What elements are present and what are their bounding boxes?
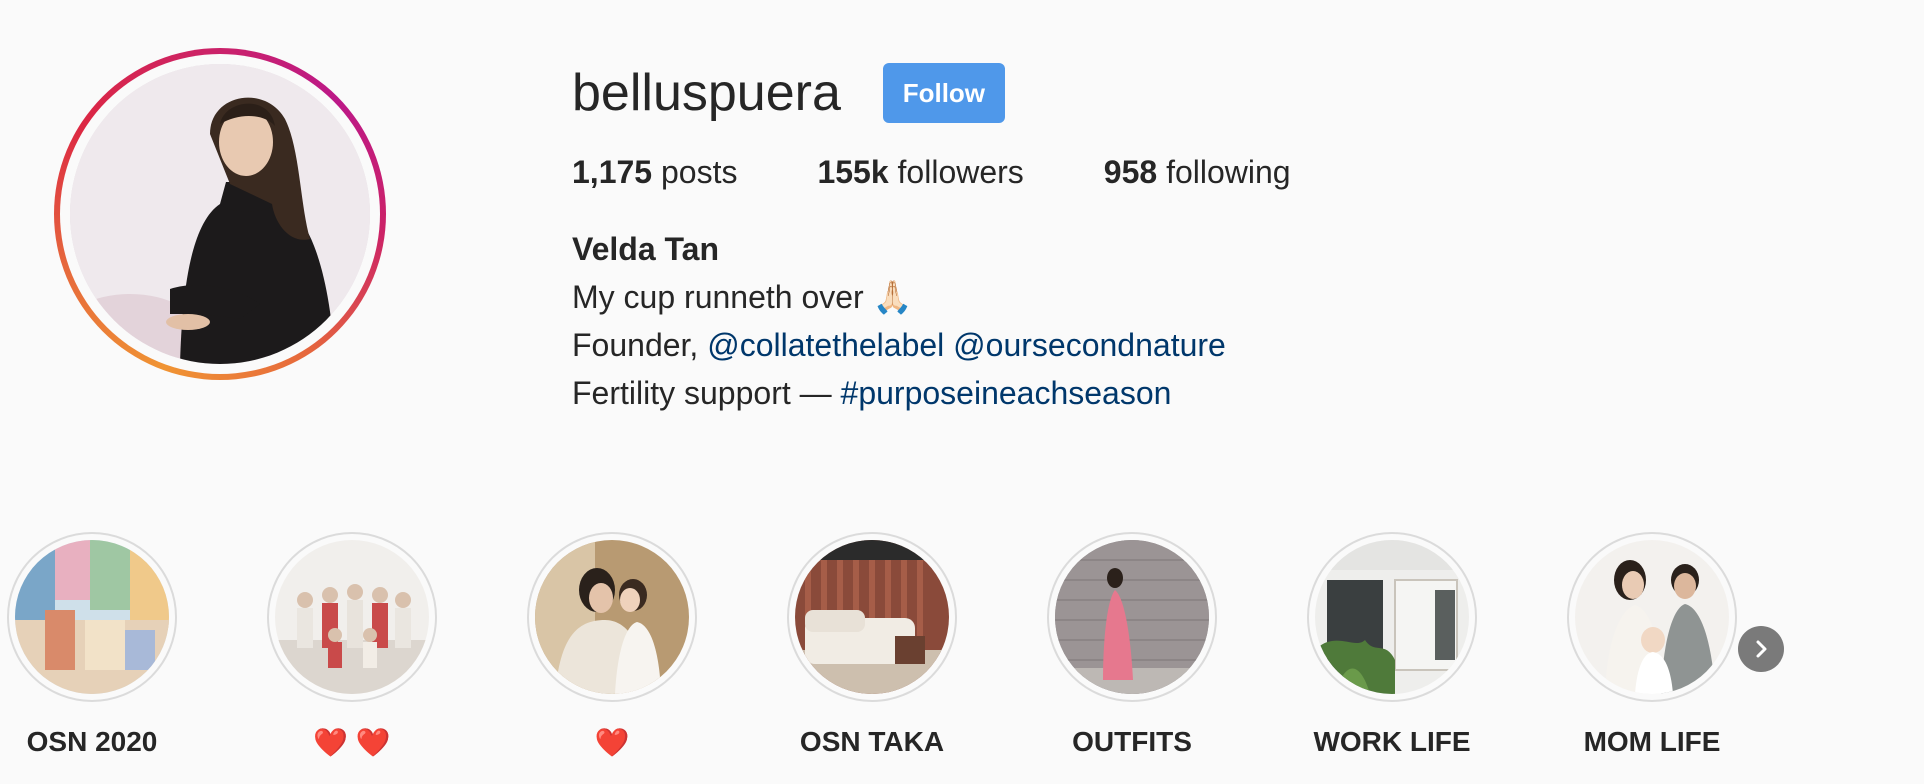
highlight-ring (527, 532, 697, 702)
highlight-label: ❤️ ❤️ (313, 727, 391, 758)
story-highlights: OSN 2020 ❤️ ❤️ ❤️ OSN TAKA OUTFITS WORK … (0, 532, 1924, 772)
highlight-cover (795, 540, 949, 694)
highlight-work-life[interactable]: WORK LIFE (1262, 532, 1522, 758)
oursecondnature-link[interactable]: @oursecondnature (953, 327, 1226, 363)
highlight-cover (1315, 540, 1469, 694)
highlight-outfits[interactable]: OUTFITS (1002, 532, 1262, 758)
hashtag-link[interactable]: #purposeineachseason (841, 375, 1172, 411)
followers-label: followers (897, 154, 1024, 190)
highlight-heart[interactable]: ❤️ (482, 532, 742, 759)
highlight-ring (1567, 532, 1737, 702)
avatar-photo-illustration (70, 64, 370, 364)
highlight-cover (275, 540, 429, 694)
followers-stat[interactable]: 155k followers (817, 154, 1023, 191)
highlight-cover-art (1575, 540, 1729, 694)
following-count: 958 (1103, 154, 1158, 190)
highlight-label: ❤️ (594, 727, 630, 758)
highlight-ring (1047, 532, 1217, 702)
bio-line-3: Fertility support — #purposeineachseason (572, 369, 1371, 417)
posts-stat: 1,175 posts (572, 154, 737, 191)
highlight-label: OUTFITS (1072, 726, 1192, 757)
full-name: Velda Tan (572, 231, 720, 267)
follow-button[interactable]: Follow (882, 63, 1005, 123)
highlight-osn-taka[interactable]: OSN TAKA (742, 532, 1002, 758)
profile-stats: 1,175 posts 155k followers 958 following (572, 154, 1371, 191)
bio-line-1: My cup runneth over 🙏🏻 (572, 279, 913, 315)
profile-avatar-story-ring[interactable] (54, 48, 386, 380)
highlight-osn-2020[interactable]: OSN 2020 (0, 532, 222, 758)
highlight-label: OSN 2020 (26, 726, 158, 757)
posts-label: posts (660, 154, 738, 190)
bio-line-2: Founder, @collatethelabel @oursecondnatu… (572, 321, 1371, 369)
highlight-ring (1307, 532, 1477, 702)
highlight-cover (15, 540, 169, 694)
highlight-cover-art (1055, 540, 1209, 694)
username: belluspuera (572, 64, 841, 122)
posts-count: 1,175 (572, 154, 653, 190)
highlight-cover-art (275, 540, 429, 694)
highlight-cover (1575, 540, 1729, 694)
highlight-cover-art (1315, 540, 1469, 694)
highlight-label: WORK LIFE (1313, 726, 1471, 757)
followers-count: 155k (817, 154, 889, 190)
highlight-ring (7, 532, 177, 702)
highlight-ring (267, 532, 437, 702)
avatar-inner-border (60, 54, 380, 374)
highlight-cover-art (795, 540, 949, 694)
highlight-cover-art (535, 540, 689, 694)
avatar[interactable] (70, 64, 370, 364)
highlight-cover (535, 540, 689, 694)
highlight-cover-art (15, 540, 169, 694)
highlight-cover (1055, 540, 1209, 694)
highlight-hearts-2[interactable]: ❤️ ❤️ (222, 532, 482, 759)
bio-line-2-separator (944, 327, 953, 363)
following-stat[interactable]: 958 following (1104, 154, 1291, 191)
highlights-next-button[interactable] (1738, 626, 1784, 672)
highlight-ring (787, 532, 957, 702)
bio-line-2-prefix: Founder, (572, 327, 708, 363)
profile-bio: Velda Tan My cup runneth over 🙏🏻 Founder… (572, 225, 1371, 417)
bio-line-3-prefix: Fertility support — (572, 375, 841, 411)
profile-info: belluspuera Follow 1,175 posts 155k foll… (572, 60, 1371, 417)
profile-title-row: belluspuera Follow (572, 60, 1371, 126)
highlight-label: MOM LIFE (1583, 726, 1721, 757)
chevron-right-icon (1756, 640, 1767, 658)
highlight-label: OSN TAKA (799, 726, 945, 757)
following-label: following (1166, 154, 1291, 190)
collatethelabel-link[interactable]: @collatethelabel (707, 327, 944, 363)
